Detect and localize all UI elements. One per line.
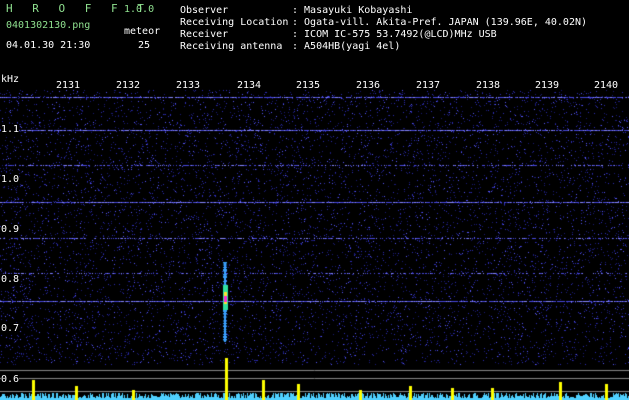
y-tick-label: 0.9	[1, 224, 20, 235]
x-tick-label: 2132	[116, 80, 141, 91]
location-label: Receiving Location	[180, 17, 289, 28]
y-axis-unit: kHz	[1, 74, 20, 85]
file-name: 0401302130.png	[6, 20, 91, 31]
x-tick-label: 2140	[594, 80, 619, 91]
y-tick-label: 1.1	[1, 124, 20, 135]
x-tick-label: 2138	[476, 80, 501, 91]
observer-label: Observer	[180, 5, 229, 16]
x-tick-label: 2131	[56, 80, 81, 91]
file-datetime: 04.01.30 21:30	[6, 40, 91, 51]
x-tick-label: 2135	[296, 80, 321, 91]
location-value: : Ogata-vill. Akita-Pref. JAPAN (139.96E…	[292, 17, 588, 28]
antenna-label: Receiving antenna	[180, 41, 283, 52]
observer-value: : Masayuki Kobayashi	[292, 5, 413, 16]
receiver-value: : ICOM IC-575 53.7492(@LCD)MHz USB	[292, 29, 497, 40]
x-tick-label: 2134	[237, 80, 262, 91]
receiver-label: Receiver	[180, 29, 229, 40]
y-tick-label: 1.0	[1, 174, 20, 185]
antenna-value: : A504HB(yagi 4el)	[292, 41, 401, 52]
x-tick-label: 2137	[416, 80, 441, 91]
y-tick-label: 0.7	[1, 323, 20, 334]
x-tick-label: 2133	[176, 80, 201, 91]
meteor-count: 25	[138, 40, 151, 51]
y-tick-label: 0.8	[1, 274, 20, 285]
app-version: 1.0.0	[124, 4, 155, 15]
y-tick-label: 0.6	[1, 374, 20, 385]
x-tick-label: 2136	[356, 80, 381, 91]
x-tick-label: 2139	[535, 80, 560, 91]
meteor-label: meteor	[124, 26, 161, 37]
